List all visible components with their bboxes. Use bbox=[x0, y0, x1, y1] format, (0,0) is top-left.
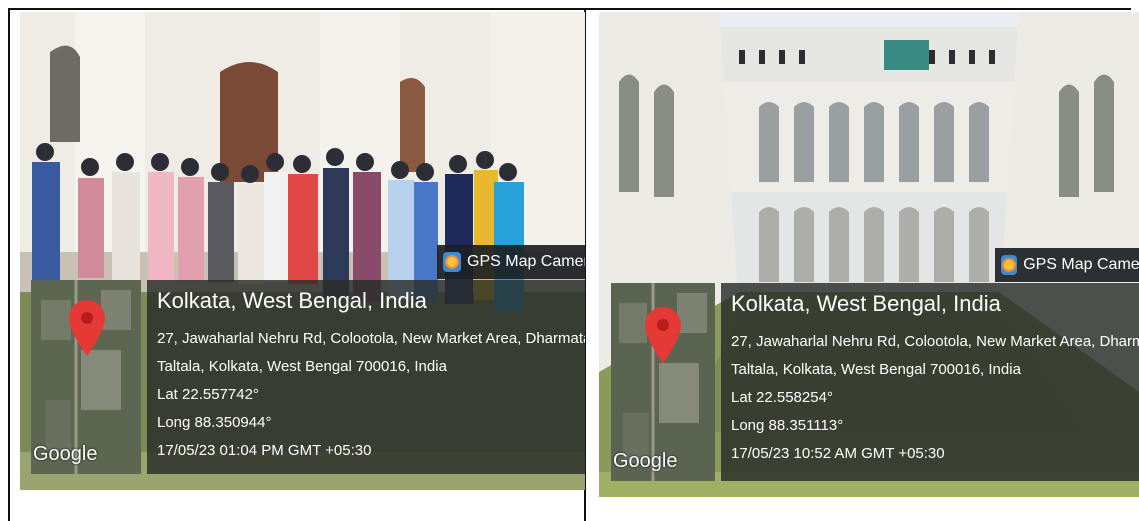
location-pin-icon bbox=[69, 300, 105, 356]
address-line-2: Taltala, Kolkata, West Bengal 700016, In… bbox=[731, 361, 1021, 378]
gps-map-camera-tag: GPS Map Camer bbox=[995, 248, 1139, 282]
datetime-label: 17/05/23 01:04 PM GMT +05:30 bbox=[157, 442, 372, 459]
location-panel: Kolkata, West Bengal, India 27, Jawaharl… bbox=[147, 280, 585, 474]
map-brand: Google bbox=[613, 450, 678, 472]
map-thumbnail: Google bbox=[31, 280, 141, 474]
gps-tag-label: GPS Map Camer bbox=[467, 253, 585, 270]
gps-map-camera-tag: GPS Map Camer bbox=[437, 245, 585, 279]
city-label: Kolkata, West Bengal, India bbox=[731, 291, 1001, 316]
datetime-label: 17/05/23 10:52 AM GMT +05:30 bbox=[731, 445, 945, 462]
location-pin-icon bbox=[645, 307, 681, 363]
gps-app-icon bbox=[443, 252, 461, 272]
map-brand: Google bbox=[33, 443, 98, 465]
group-photo: GPS Map Camer Google Kolkata, West Benga… bbox=[20, 12, 585, 490]
gps-tag-label: GPS Map Camer bbox=[1023, 256, 1139, 273]
courtyard-photo: GPS Map Camer Google Kolkata, West Benga… bbox=[599, 12, 1139, 497]
latitude-label: Lat 22.557742° bbox=[157, 386, 259, 403]
address-line-1: 27, Jawaharlal Nehru Rd, Colootola, New … bbox=[157, 330, 585, 347]
latitude-label: Lat 22.558254° bbox=[731, 389, 833, 406]
city-label: Kolkata, West Bengal, India bbox=[157, 288, 427, 313]
longitude-label: Long 88.351113° bbox=[731, 417, 844, 434]
gps-app-icon bbox=[1001, 255, 1018, 275]
longitude-label: Long 88.350944° bbox=[157, 414, 272, 431]
address-line-1: 27, Jawaharlal Nehru Rd, Colootola, New … bbox=[731, 333, 1139, 350]
map-thumbnail: Google bbox=[611, 283, 715, 481]
location-panel: Kolkata, West Bengal, India 27, Jawaharl… bbox=[721, 283, 1139, 481]
address-line-2: Taltala, Kolkata, West Bengal 700016, In… bbox=[157, 358, 447, 375]
